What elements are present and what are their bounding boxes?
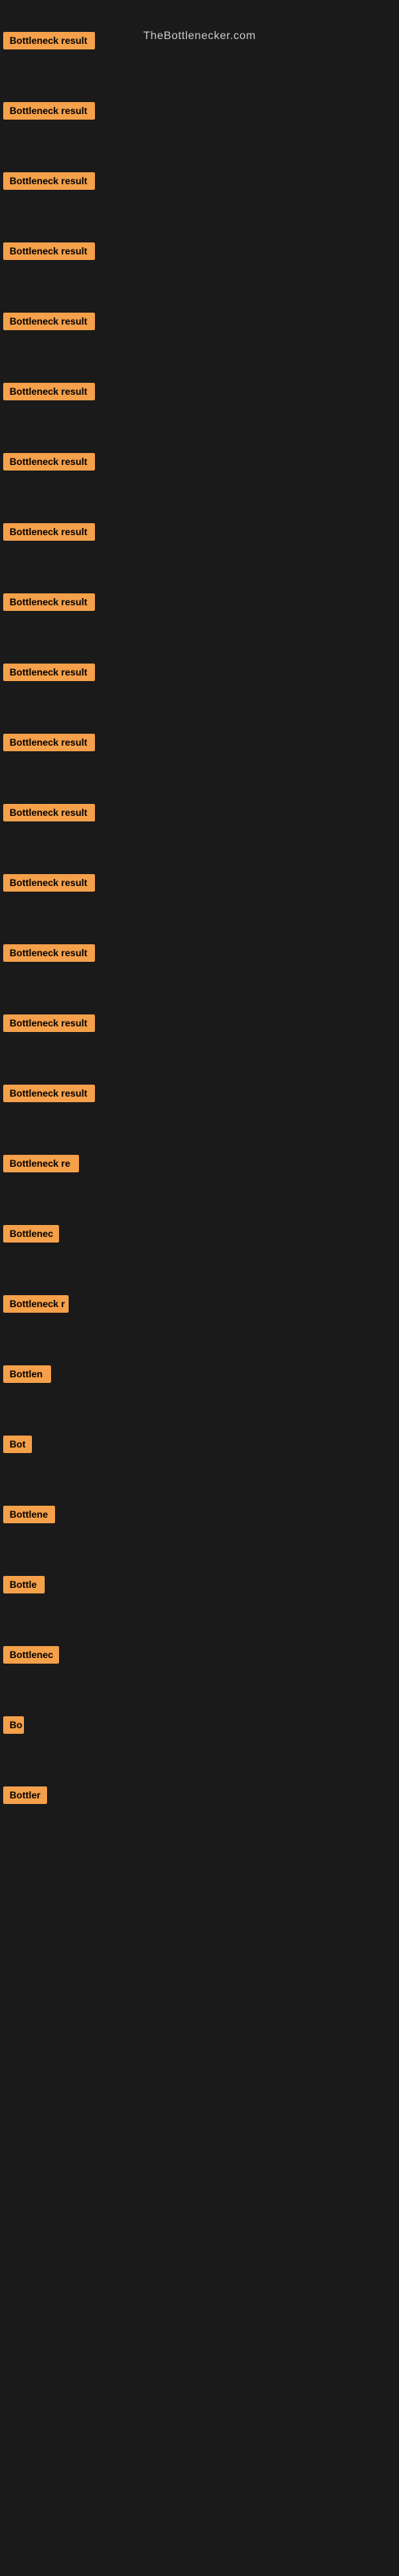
bottleneck-badge-2[interactable]: Bottleneck result [3,102,95,120]
bottleneck-item-26: Bottler [0,1778,399,1849]
bottleneck-item-8: Bottleneck result [0,515,399,585]
bottleneck-badge-10[interactable]: Bottleneck result [3,664,95,681]
bottleneck-item-18: Bottlenec [0,1217,399,1287]
bottleneck-badge-17[interactable]: Bottleneck re [3,1155,79,1172]
bottleneck-item-15: Bottleneck result [0,1006,399,1077]
bottleneck-badge-4[interactable]: Bottleneck result [3,242,95,260]
bottleneck-item-14: Bottleneck result [0,936,399,1006]
bottleneck-badge-26[interactable]: Bottler [3,1786,47,1804]
bottleneck-badge-1[interactable]: Bottleneck result [3,32,95,49]
bottleneck-item-11: Bottleneck result [0,726,399,796]
bottleneck-badge-19[interactable]: Bottleneck r [3,1295,69,1313]
bottleneck-badge-16[interactable]: Bottleneck result [3,1085,95,1102]
bottleneck-badge-5[interactable]: Bottleneck result [3,313,95,330]
bottleneck-badge-12[interactable]: Bottleneck result [3,804,95,821]
bottleneck-item-17: Bottleneck re [0,1147,399,1217]
bottleneck-item-9: Bottleneck result [0,585,399,656]
bottleneck-item-19: Bottleneck r [0,1287,399,1357]
bottleneck-badge-11[interactable]: Bottleneck result [3,734,95,751]
bottleneck-badge-3[interactable]: Bottleneck result [3,172,95,190]
bottleneck-item-22: Bottlene [0,1498,399,1568]
bottleneck-item-3: Bottleneck result [0,164,399,234]
bottleneck-badge-6[interactable]: Bottleneck result [3,383,95,400]
bottleneck-item-10: Bottleneck result [0,656,399,726]
bottleneck-item-7: Bottleneck result [0,445,399,515]
bottleneck-badge-22[interactable]: Bottlene [3,1506,55,1523]
bottleneck-badge-15[interactable]: Bottleneck result [3,1014,95,1032]
bottleneck-item-1: Bottleneck result [0,24,399,94]
bottleneck-item-21: Bot [0,1428,399,1498]
bottleneck-item-16: Bottleneck result [0,1077,399,1147]
bottleneck-badge-9[interactable]: Bottleneck result [3,593,95,611]
bottleneck-badge-8[interactable]: Bottleneck result [3,523,95,541]
bottleneck-badge-13[interactable]: Bottleneck result [3,874,95,892]
bottleneck-item-5: Bottleneck result [0,305,399,375]
bottleneck-badge-21[interactable]: Bot [3,1436,32,1453]
bottleneck-item-2: Bottleneck result [0,94,399,164]
items-container: Bottleneck result Bottleneck result Bottle… [0,24,399,2487]
bottleneck-badge-25[interactable]: Bo [3,1716,24,1734]
bottleneck-item-25: Bo [0,1708,399,1778]
bottleneck-item-13: Bottleneck result [0,866,399,936]
bottleneck-badge-23[interactable]: Bottle [3,1576,45,1593]
bottleneck-badge-14[interactable]: Bottleneck result [3,944,95,962]
bottleneck-item-20: Bottlen [0,1357,399,1428]
bottleneck-item-6: Bottleneck result [0,375,399,445]
bottleneck-item-24: Bottlenec [0,1638,399,1708]
bottleneck-badge-7[interactable]: Bottleneck result [3,453,95,471]
bottleneck-item-12: Bottleneck result [0,796,399,866]
bottleneck-badge-24[interactable]: Bottlenec [3,1646,59,1664]
bottleneck-badge-18[interactable]: Bottlenec [3,1225,59,1243]
bottleneck-item-4: Bottleneck result [0,234,399,305]
bottleneck-badge-20[interactable]: Bottlen [3,1365,51,1383]
bottleneck-item-23: Bottle [0,1568,399,1638]
